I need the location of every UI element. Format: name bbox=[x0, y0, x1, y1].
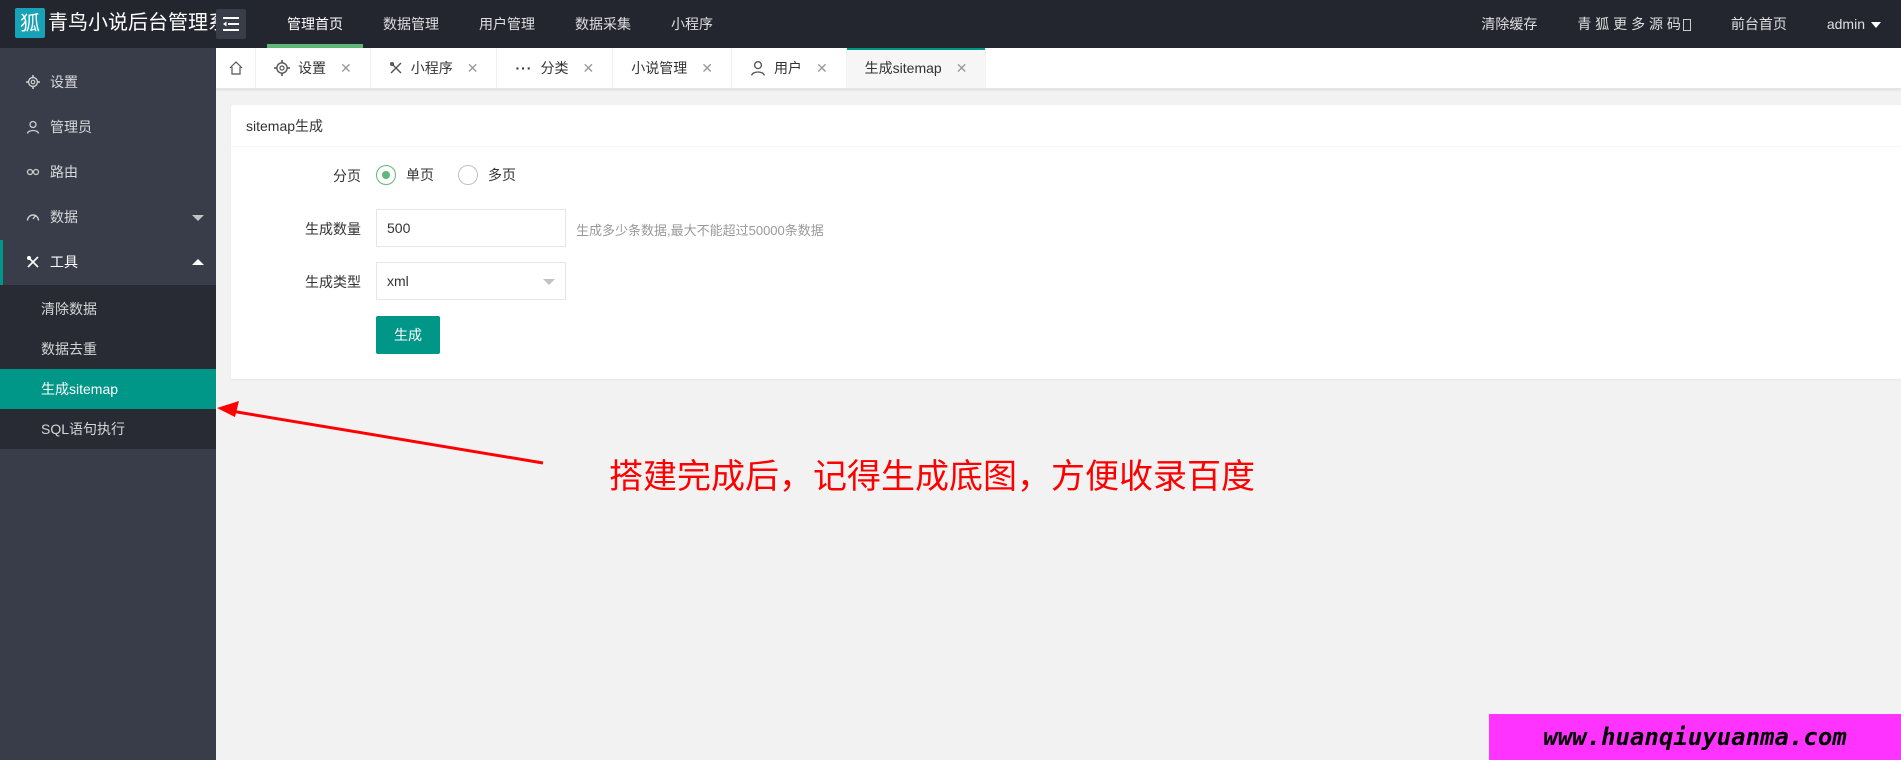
sidebar-item-settings[interactable]: 设置 bbox=[0, 60, 216, 105]
sidebar-item-tools[interactable]: 工具 bbox=[0, 240, 216, 285]
card-title: sitemap生成 bbox=[231, 105, 1901, 147]
top-right-menu: 清除缓存 青 狐 更 多 源 码 前台首页 admin bbox=[1461, 0, 1901, 48]
box-glyph-icon bbox=[1682, 19, 1691, 32]
gear-icon bbox=[26, 75, 40, 89]
more-source-label: 青 狐 更 多 源 码 bbox=[1577, 16, 1681, 32]
tab-home[interactable] bbox=[216, 48, 256, 88]
tab-label: 分类 bbox=[540, 60, 569, 76]
more-source-link[interactable]: 青 狐 更 多 源 码 bbox=[1557, 0, 1710, 48]
sidebar-item-label: 工具 bbox=[50, 254, 78, 270]
topnav-data[interactable]: 数据管理 bbox=[363, 0, 459, 48]
watermark: www.huanqiuyuanma.com bbox=[1489, 714, 1901, 760]
chevron-up-icon bbox=[192, 259, 204, 265]
logo: 狐 bbox=[15, 8, 45, 38]
count-hint: 生成多少条数据,最大不能超过50000条数据 bbox=[576, 223, 824, 238]
tab-miniprogram[interactable]: 小程序 ✕ bbox=[371, 48, 498, 88]
count-input[interactable]: 500 bbox=[376, 209, 566, 247]
frontend-home-link[interactable]: 前台首页 bbox=[1711, 0, 1807, 48]
close-icon[interactable]: ✕ bbox=[340, 48, 352, 88]
link-icon bbox=[26, 168, 40, 176]
topnav-miniprogram[interactable]: 小程序 bbox=[651, 0, 733, 48]
sidebar-item-data[interactable]: 数据 bbox=[0, 195, 216, 240]
menu-fold-icon bbox=[223, 17, 239, 31]
annotation-text: 搭建完成后，记得生成底图，方便收录百度 bbox=[609, 457, 1255, 497]
close-icon[interactable]: ✕ bbox=[956, 48, 968, 88]
tab-label: 小程序 bbox=[410, 60, 453, 76]
radio-checked-icon bbox=[376, 165, 396, 185]
tab-settings[interactable]: 设置 ✕ bbox=[256, 48, 371, 88]
close-icon[interactable]: ✕ bbox=[467, 48, 479, 88]
more-icon: ··· bbox=[515, 60, 533, 76]
tools-icon bbox=[27, 256, 39, 268]
paging-label: 分页 bbox=[333, 168, 361, 184]
close-icon[interactable]: ✕ bbox=[582, 48, 594, 88]
home-icon bbox=[229, 61, 242, 75]
sidebar-item-route[interactable]: 路由 bbox=[0, 150, 216, 195]
radio-multi-page[interactable]: 多页 bbox=[458, 165, 516, 185]
sidebar-toggle-button[interactable] bbox=[216, 9, 246, 39]
tab-label: 生成sitemap bbox=[864, 60, 942, 76]
radio-label: 单页 bbox=[406, 167, 434, 183]
top-nav: 管理首页 数据管理 用户管理 数据采集 小程序 bbox=[267, 0, 733, 48]
type-select[interactable]: xml bbox=[376, 262, 566, 300]
annotation-arrow bbox=[217, 401, 544, 465]
sidebar-item-label: 数据 bbox=[50, 209, 78, 225]
radio-label: 多页 bbox=[488, 167, 516, 183]
generate-button[interactable]: 生成 bbox=[376, 316, 440, 354]
close-icon[interactable]: ✕ bbox=[701, 48, 713, 88]
topnav-collect[interactable]: 数据采集 bbox=[555, 0, 651, 48]
tab-label: 设置 bbox=[298, 60, 326, 76]
chevron-down-icon bbox=[543, 279, 555, 285]
chevron-down-icon bbox=[1871, 22, 1881, 29]
tab-bar: 设置 ✕ 小程序 ✕ ··· 分类 ✕ 小说管理 ✕ 用户 ✕ 生成sitema… bbox=[216, 48, 1901, 89]
tab-users[interactable]: 用户 ✕ bbox=[732, 48, 847, 88]
clear-cache-link[interactable]: 清除缓存 bbox=[1461, 0, 1557, 48]
tab-label: 用户 bbox=[773, 60, 802, 76]
sitemap-card: sitemap生成 分页 单页 多页 生成数量 500 生成多少条数据,最大不能… bbox=[231, 105, 1901, 379]
type-select-value: xml bbox=[387, 273, 409, 289]
sidebar: 设置 管理员 路由 数据 工具 清除数据 数据去重 生成sitemap SQL语… bbox=[0, 48, 216, 760]
tools-icon bbox=[389, 62, 402, 74]
submenu-item-sitemap[interactable]: 生成sitemap bbox=[0, 369, 216, 409]
admin-user-menu[interactable]: admin bbox=[1807, 0, 1901, 48]
type-label: 生成类型 bbox=[305, 274, 361, 290]
topnav-users[interactable]: 用户管理 bbox=[459, 0, 555, 48]
user-icon bbox=[750, 61, 765, 76]
submenu-item-sql[interactable]: SQL语句执行 bbox=[0, 409, 216, 449]
radio-single-page[interactable]: 单页 bbox=[376, 165, 434, 185]
sidebar-item-label: 管理员 bbox=[50, 119, 92, 135]
dashboard-icon bbox=[26, 214, 40, 221]
top-header: 狐 青鸟小说后台管理系 管理首页 数据管理 用户管理 数据采集 小程序 清除缓存… bbox=[0, 0, 1901, 48]
app-title: 青鸟小说后台管理系 bbox=[48, 12, 228, 34]
close-icon[interactable]: ✕ bbox=[816, 48, 828, 88]
radio-unchecked-icon bbox=[458, 165, 478, 185]
topnav-home[interactable]: 管理首页 bbox=[267, 0, 363, 48]
count-label: 生成数量 bbox=[305, 221, 361, 237]
submenu-item-clear-data[interactable]: 清除数据 bbox=[0, 289, 216, 329]
tools-submenu: 清除数据 数据去重 生成sitemap SQL语句执行 bbox=[0, 285, 216, 449]
tab-category[interactable]: ··· 分类 ✕ bbox=[497, 48, 614, 88]
tab-sitemap[interactable]: 生成sitemap ✕ bbox=[846, 48, 987, 88]
user-icon bbox=[26, 120, 40, 134]
sidebar-item-label: 路由 bbox=[50, 164, 78, 180]
tab-novel-manage[interactable]: 小说管理 ✕ bbox=[613, 48, 732, 88]
chevron-down-icon bbox=[192, 215, 204, 221]
sidebar-item-admin[interactable]: 管理员 bbox=[0, 105, 216, 150]
sidebar-item-label: 设置 bbox=[50, 74, 78, 90]
tab-label: 小说管理 bbox=[631, 60, 688, 76]
admin-username: admin bbox=[1826, 16, 1865, 32]
submenu-item-dedupe[interactable]: 数据去重 bbox=[0, 329, 216, 369]
gear-icon bbox=[274, 60, 290, 76]
